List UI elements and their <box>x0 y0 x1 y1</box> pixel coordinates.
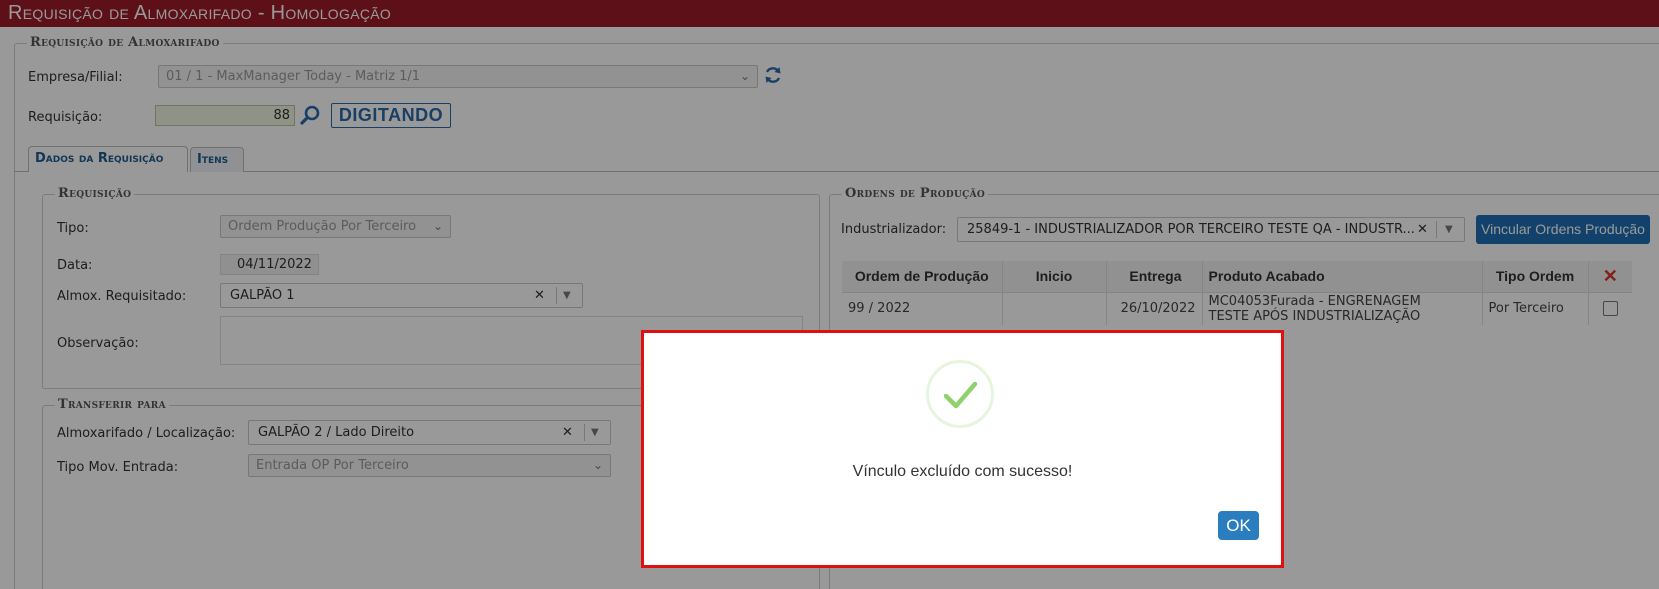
dialog-message: Vínculo excluído com sucesso! <box>852 463 1073 480</box>
success-check-icon <box>926 360 994 428</box>
ok-button[interactable]: OK <box>1218 511 1259 540</box>
success-dialog: Vínculo excluído com sucesso! OK <box>641 330 1284 568</box>
